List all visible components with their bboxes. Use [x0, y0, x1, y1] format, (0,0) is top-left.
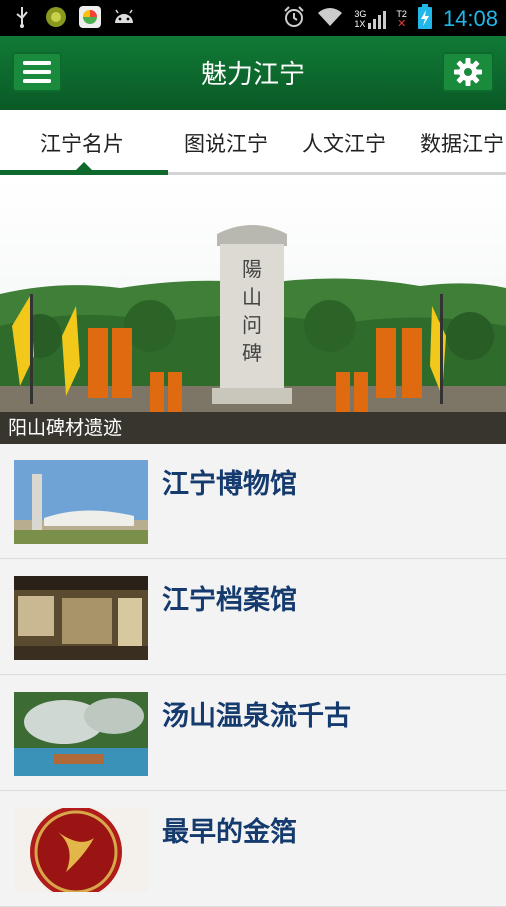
clock: 14:08 [442, 6, 498, 31]
tab-data-jiangning[interactable]: 数据江宁 [420, 128, 504, 158]
list-item-title: 江宁博物馆 [162, 469, 297, 500]
list-item[interactable]: 汤山温泉流千古 [0, 676, 506, 791]
monument-photo: 陽 山 问 碑 [0, 176, 506, 444]
wifi-icon [316, 6, 344, 32]
list-item[interactable]: 最早的金箔 [0, 792, 506, 907]
network-3g-label: 3G [354, 9, 367, 19]
list-item-title: 江宁档案馆 [162, 585, 297, 616]
tab-divider [168, 172, 506, 175]
status-bar: 3G 1X T2 ✕ 14:08 [0, 0, 506, 36]
hero-caption: 阳山碑材遗迹 [0, 412, 506, 444]
app-notification-icon [44, 5, 68, 29]
usb-icon [10, 5, 34, 29]
network-1x-label: 1X [354, 19, 366, 29]
svg-text:陽: 陽 [242, 257, 262, 281]
mobile-network-icon: 3G 1X [354, 9, 387, 29]
list-item-title: 汤山温泉流千古 [162, 701, 351, 732]
app-title: 魅力江宁 [200, 60, 305, 90]
settings-button[interactable] [442, 52, 494, 92]
museum-thumbnail [14, 460, 148, 544]
notification-icons [10, 5, 136, 29]
app-bar: 魅力江宁 [0, 36, 506, 110]
tab-selected-indicator [0, 170, 168, 175]
tab-selected-caret [76, 162, 92, 170]
svg-text:碑: 碑 [242, 341, 262, 365]
browser-icon [78, 5, 102, 29]
sim-status-icon: T2 ✕ [396, 9, 407, 30]
list-item[interactable]: 江宁档案馆 [0, 560, 506, 675]
svg-text:问: 问 [242, 313, 262, 337]
list-item[interactable]: 江宁博物馆 [0, 444, 506, 559]
android-icon [112, 5, 136, 29]
gear-icon [454, 58, 482, 86]
hot-spring-thumbnail [14, 692, 148, 776]
archive-thumbnail [14, 576, 148, 660]
svg-text:山: 山 [242, 285, 262, 309]
gold-leaf-thumbnail [14, 808, 148, 892]
tab-cultural-jiangning[interactable]: 人文江宁 [302, 128, 386, 158]
list-item-title: 最早的金箔 [162, 817, 297, 848]
battery-charging-icon [417, 4, 433, 34]
hero-image[interactable]: 陽 山 问 碑 [0, 176, 506, 444]
system-status: 3G 1X T2 ✕ 14:08 [282, 4, 498, 34]
tab-jiangning-card[interactable]: 江宁名片 [40, 128, 124, 158]
tab-pictorial-jiangning[interactable]: 图说江宁 [184, 128, 268, 158]
alarm-icon [282, 5, 306, 33]
